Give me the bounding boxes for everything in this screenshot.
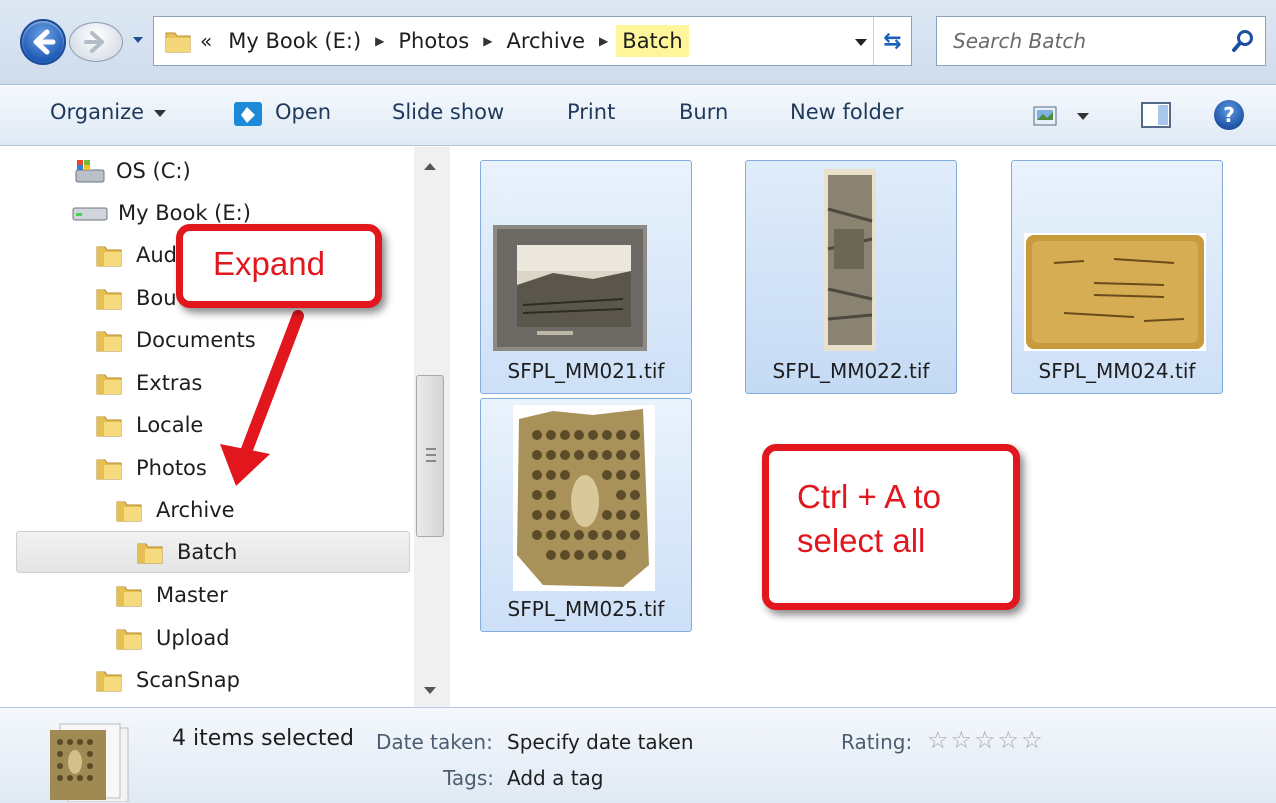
expand-callout-text: Expand: [213, 245, 325, 282]
expand-callout: Expand: [176, 224, 382, 308]
date-taken-label: Date taken:: [376, 730, 493, 754]
rating-stars[interactable]: ☆☆☆☆☆: [927, 726, 1045, 754]
select-all-callout-line2: select all: [797, 522, 926, 559]
star-icon[interactable]: ☆: [1021, 726, 1045, 754]
rating-label: Rating:: [841, 730, 913, 754]
selection-count: 4 items selected: [172, 726, 355, 751]
star-icon[interactable]: ☆: [951, 726, 975, 754]
expand-arrow-icon: [220, 310, 304, 486]
date-taken-field[interactable]: Specify date taken: [507, 730, 694, 754]
details-pane: 4 items selected Date taken: Specify dat…: [0, 707, 1276, 803]
select-all-callout-line1: Ctrl + A to: [797, 478, 941, 515]
star-icon[interactable]: ☆: [998, 726, 1022, 754]
select-all-callout: Ctrl + A to select all: [762, 444, 1020, 610]
tags-field[interactable]: Add a tag: [507, 766, 603, 790]
tags-label: Tags:: [443, 766, 495, 790]
star-icon[interactable]: ☆: [974, 726, 998, 754]
selection-thumbnail-stack: [50, 723, 129, 802]
star-icon[interactable]: ☆: [927, 726, 951, 754]
